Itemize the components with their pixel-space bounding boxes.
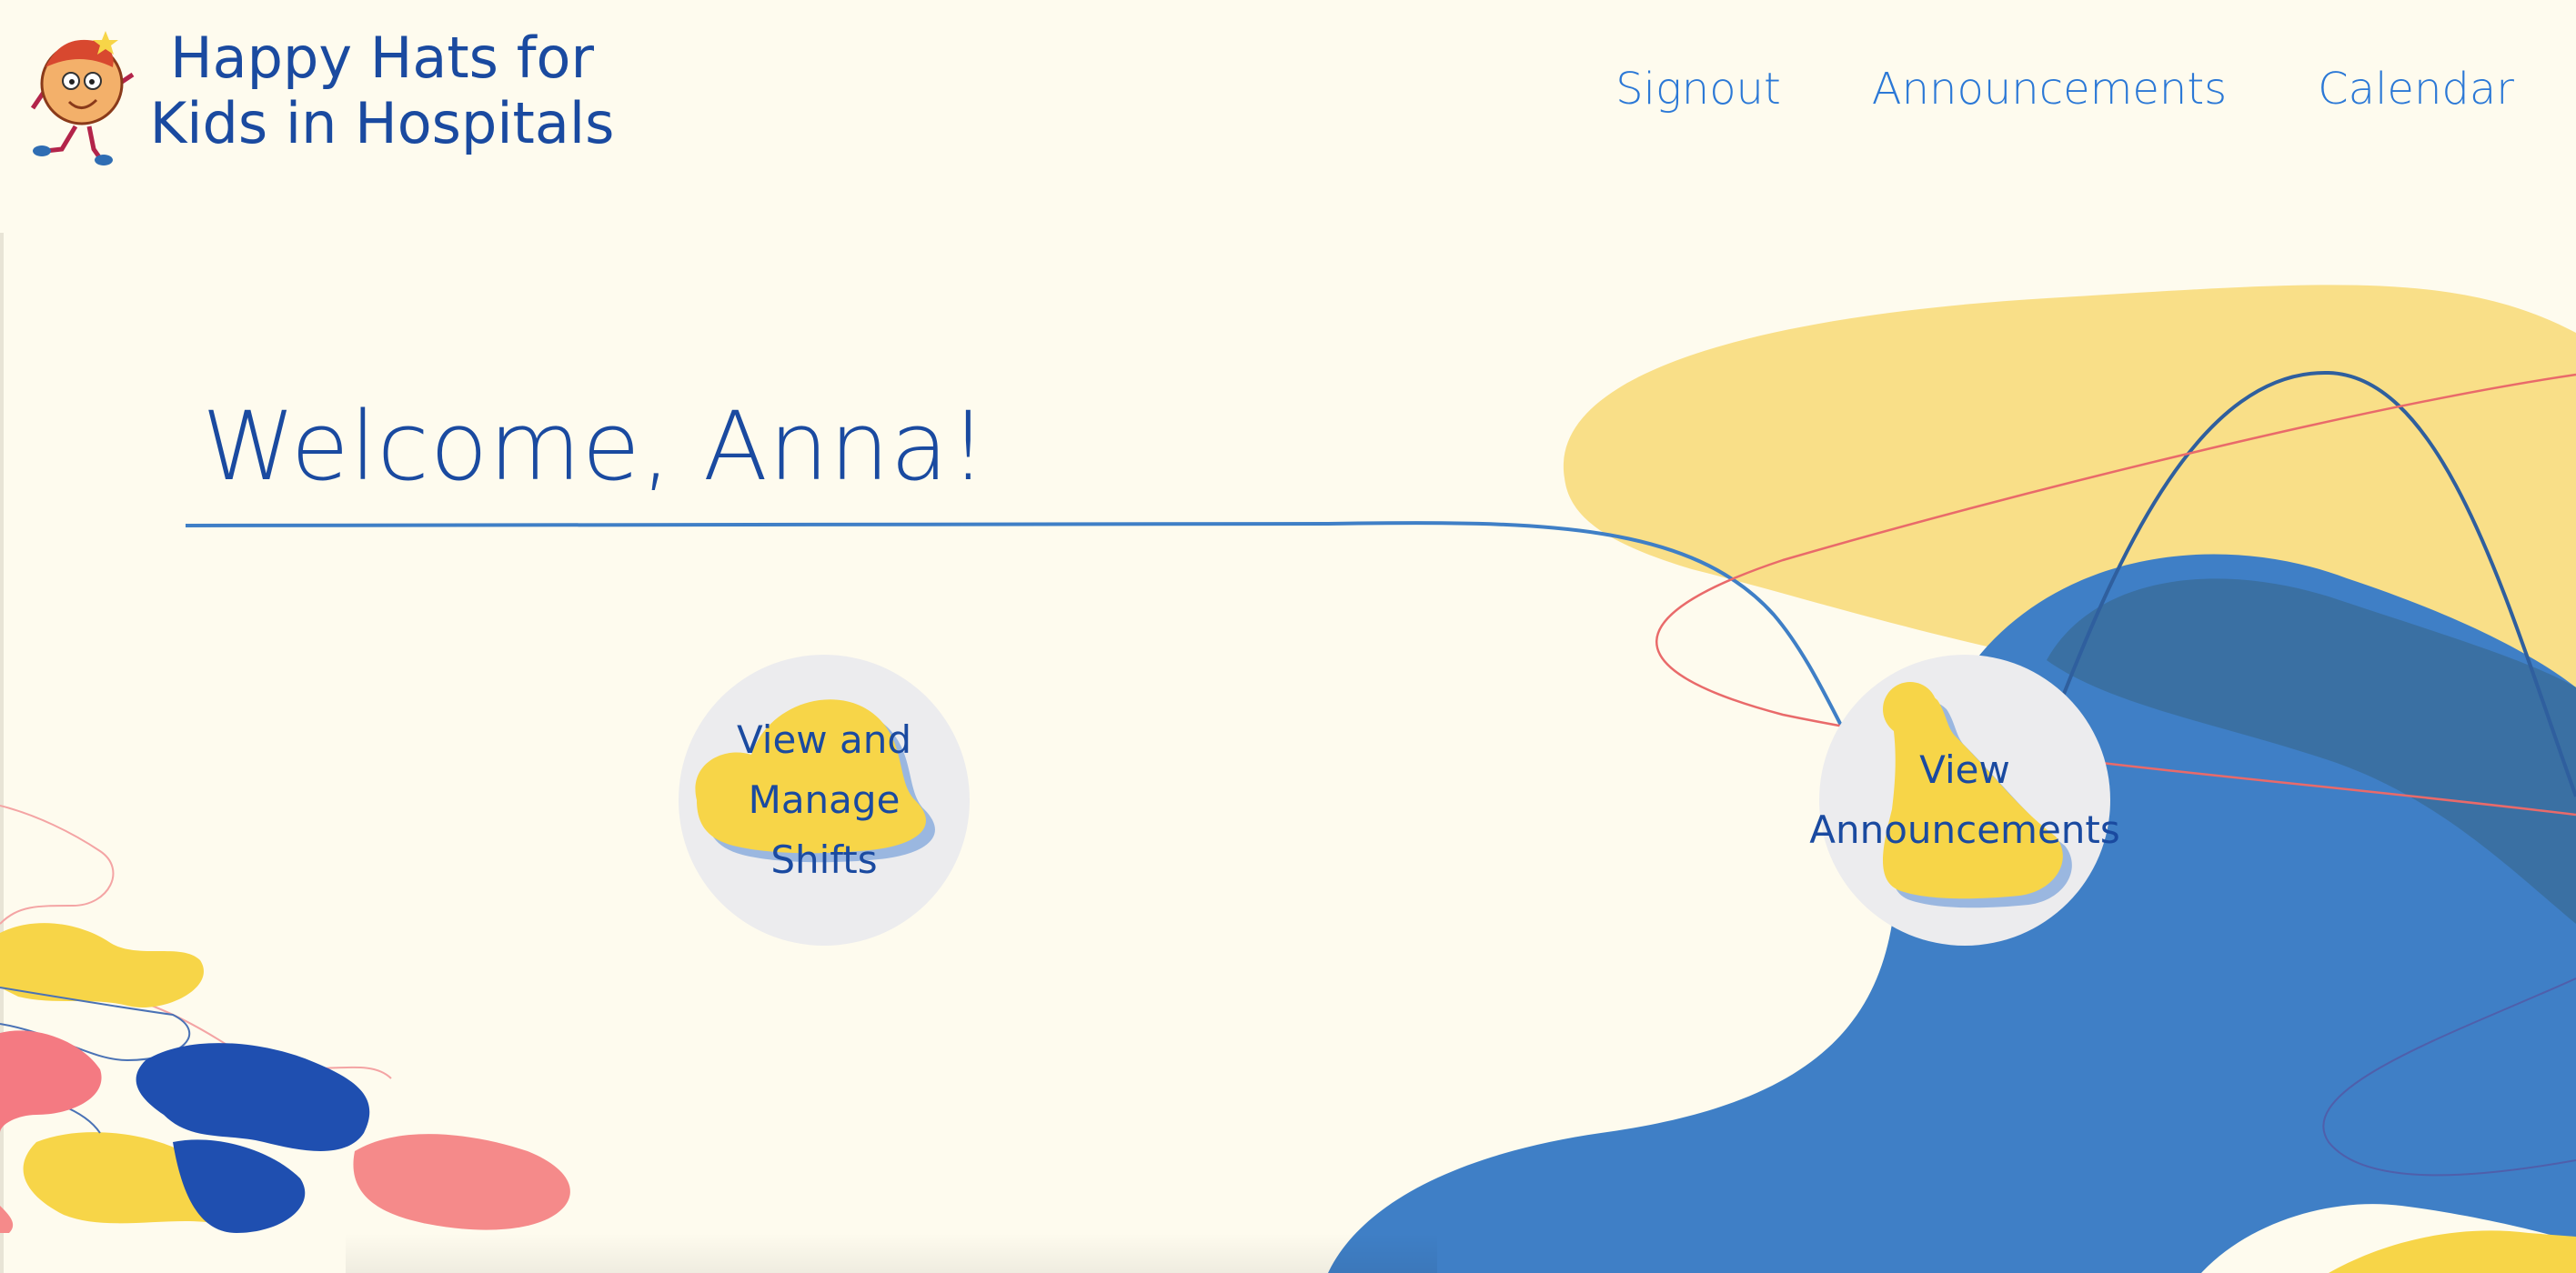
logo-mascot-icon[interactable] bbox=[25, 31, 144, 167]
view-announcements-button[interactable]: View Announcements bbox=[1809, 655, 2120, 946]
bottom-shadow bbox=[346, 1233, 1437, 1273]
hero-section: Welcome, Anna! View and Manage Shifts Vi… bbox=[0, 233, 2576, 1273]
header: Happy Hats for Kids in Hospitals Signout… bbox=[0, 0, 2576, 233]
nav-signout-link[interactable]: Signout bbox=[1615, 64, 1781, 115]
background-decoration bbox=[0, 285, 2576, 1273]
view-manage-shifts-label: View and Manage Shifts bbox=[736, 717, 912, 882]
top-nav: Signout Announcements Calendar bbox=[1615, 64, 2514, 115]
brand-title[interactable]: Happy Hats for Kids in Hospitals bbox=[136, 25, 628, 156]
view-manage-shifts-button[interactable]: View and Manage Shifts bbox=[679, 655, 970, 946]
welcome-heading: Welcome, Anna! bbox=[202, 391, 989, 502]
nav-calendar-link[interactable]: Calendar bbox=[2318, 64, 2514, 115]
nav-announcements-link[interactable]: Announcements bbox=[1872, 64, 2227, 115]
view-announcements-label: View Announcements bbox=[1809, 747, 2120, 852]
